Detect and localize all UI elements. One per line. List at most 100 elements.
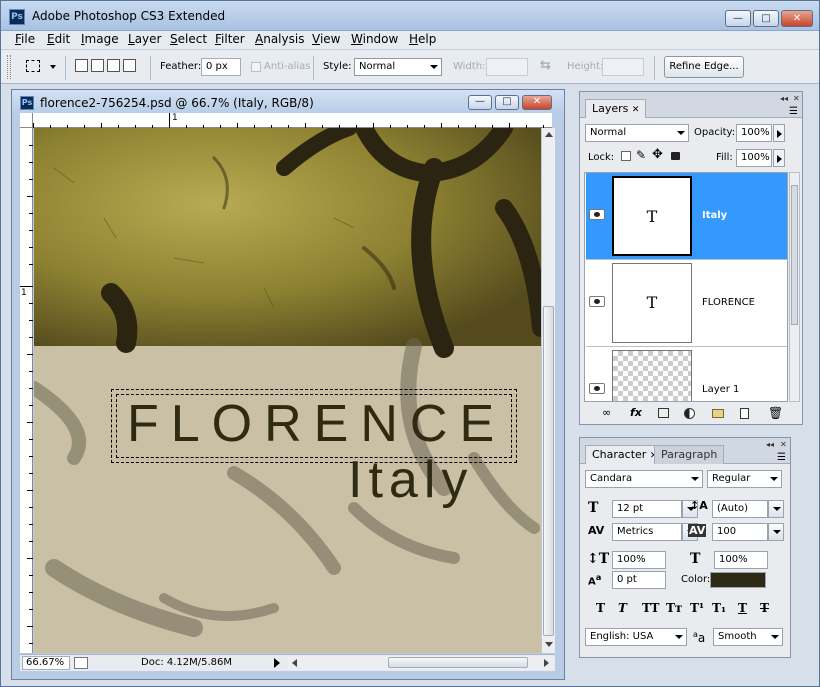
antialias-select[interactable]: Smooth	[713, 628, 783, 646]
scroll-left-icon[interactable]	[292, 659, 297, 667]
italy-text[interactable]: Italy	[348, 450, 473, 510]
horizontal-ruler[interactable]: 1	[33, 113, 552, 128]
panel-menu-icon[interactable]: ☰	[789, 106, 798, 117]
tracking-dropdown-icon[interactable]	[768, 523, 784, 541]
layers-scroll-thumb[interactable]	[791, 185, 798, 325]
zoom-level-field[interactable]: 66.67%	[22, 656, 70, 670]
tool-preset-dropdown-icon[interactable]	[50, 65, 56, 69]
add-to-selection-icon[interactable]	[91, 59, 104, 72]
doc-close-button[interactable]: ✕	[522, 95, 552, 110]
opacity-input[interactable]: 100%	[736, 124, 772, 142]
panel-menu-icon[interactable]: ☰	[777, 452, 786, 463]
lock-all-icon[interactable]	[671, 152, 680, 160]
maximize-button[interactable]: □	[753, 10, 779, 27]
doc-maximize-button[interactable]: □	[495, 95, 519, 110]
refine-edge-button[interactable]: Refine Edge...	[664, 56, 744, 78]
leading-dropdown-icon[interactable]	[768, 500, 784, 518]
fx-icon[interactable]: fx	[630, 406, 642, 419]
close-button[interactable]: ✕	[781, 10, 813, 27]
kerning-select[interactable]: Metrics	[612, 523, 682, 541]
canvas[interactable]: FLORENCE Italy	[34, 128, 541, 653]
menu-file[interactable]: File	[15, 32, 35, 46]
layer-name[interactable]: Italy	[702, 210, 727, 221]
panel-close-icon[interactable]: ✕	[793, 94, 800, 103]
faux-bold-button[interactable]: T	[596, 601, 605, 615]
text-color-swatch[interactable]	[710, 572, 766, 588]
new-group-icon[interactable]	[712, 409, 724, 418]
menu-analysis[interactable]: Analysis	[255, 32, 304, 46]
menu-help[interactable]: Help	[409, 32, 436, 46]
layer-name[interactable]: Layer 1	[702, 384, 739, 395]
all-caps-button[interactable]: TT	[642, 601, 659, 615]
font-family-select[interactable]: Candara	[585, 470, 703, 488]
menu-window[interactable]: Window	[351, 32, 398, 46]
feather-input[interactable]: 0 px	[201, 58, 241, 76]
baseline-shift-input[interactable]: 0 pt	[612, 571, 666, 589]
blend-mode-select[interactable]: Normal	[585, 124, 689, 142]
font-size-input[interactable]: 12 pt	[612, 500, 682, 518]
layer-row-florence[interactable]: T FLORENCE	[586, 260, 787, 347]
horizontal-scroll-thumb[interactable]	[388, 657, 528, 668]
anti-alias-checkbox[interactable]	[251, 62, 261, 72]
visibility-eye-icon[interactable]	[589, 209, 605, 220]
width-input[interactable]	[486, 58, 528, 76]
horizontal-scrollbar[interactable]	[288, 656, 554, 670]
link-layers-icon[interactable]: ∞	[602, 406, 611, 419]
faux-italic-button[interactable]: T	[618, 601, 627, 615]
lock-image-icon[interactable]: ✎	[636, 148, 646, 162]
new-selection-icon[interactable]	[75, 59, 88, 72]
scroll-up-icon[interactable]	[545, 132, 553, 137]
fill-input[interactable]: 100%	[736, 149, 772, 167]
style-select[interactable]: Normal	[354, 58, 442, 76]
menu-filter[interactable]: Filter	[215, 32, 245, 46]
tracking-input[interactable]: 100	[712, 523, 768, 541]
strikethrough-button[interactable]: T	[760, 601, 769, 615]
font-style-select[interactable]: Regular	[707, 470, 782, 488]
tab-paragraph[interactable]: Paragraph	[654, 445, 725, 464]
underline-button[interactable]: T	[738, 601, 747, 615]
superscript-button[interactable]: T¹	[690, 601, 704, 615]
vertical-ruler[interactable]: 1	[20, 128, 33, 653]
vertical-scale-input[interactable]: 100%	[612, 551, 666, 569]
layer-mask-icon[interactable]	[658, 408, 669, 418]
collapse-icon[interactable]: ◂◂	[766, 440, 774, 449]
tab-character[interactable]: Character ✕	[585, 445, 665, 464]
subtract-from-selection-icon[interactable]	[107, 59, 120, 72]
status-menu-arrow-icon[interactable]	[274, 658, 280, 668]
doc-minimize-button[interactable]: —	[468, 95, 492, 110]
close-tab-icon[interactable]: ✕	[632, 105, 640, 115]
visibility-eye-icon[interactable]	[589, 383, 605, 394]
intersect-selection-icon[interactable]	[123, 59, 136, 72]
layer-name[interactable]: FLORENCE	[702, 297, 755, 308]
language-select[interactable]: English: USA	[585, 628, 687, 646]
minimize-button[interactable]: —	[725, 10, 751, 27]
scroll-right-icon[interactable]	[544, 659, 549, 667]
menu-image[interactable]: Image	[81, 32, 119, 46]
menu-view[interactable]: View	[312, 32, 340, 46]
visibility-eye-icon[interactable]	[589, 296, 605, 307]
vertical-scrollbar[interactable]	[541, 128, 555, 653]
gripper-icon[interactable]	[7, 55, 11, 79]
opacity-arrow-icon[interactable]	[773, 124, 785, 142]
florence-text[interactable]: FLORENCE	[127, 394, 506, 454]
rectangular-marquee-icon[interactable]	[26, 60, 40, 72]
scroll-down-icon[interactable]	[545, 642, 553, 647]
collapse-icon[interactable]: ◂◂	[780, 94, 788, 103]
fill-arrow-icon[interactable]	[773, 149, 785, 167]
layer-row-italy[interactable]: T Italy	[586, 173, 787, 260]
new-layer-icon[interactable]	[740, 408, 749, 419]
delete-layer-icon[interactable]: 🗑	[768, 406, 783, 420]
layer-row-layer-1[interactable]: Layer 1	[586, 347, 787, 401]
panel-close-icon[interactable]: ✕	[780, 440, 787, 449]
horizontal-scale-input[interactable]: 100%	[714, 551, 768, 569]
small-caps-button[interactable]: Tт	[666, 601, 682, 615]
layers-scrollbar[interactable]	[789, 172, 800, 402]
swap-dimensions-icon[interactable]: ⇆	[540, 58, 551, 73]
adjustment-layer-icon[interactable]	[684, 408, 695, 419]
menu-select[interactable]: Select	[170, 32, 207, 46]
menu-layer[interactable]: Layer	[128, 32, 161, 46]
subscript-button[interactable]: T₁	[712, 601, 726, 615]
lock-transparent-icon[interactable]	[621, 151, 631, 161]
tab-layers[interactable]: Layers ✕	[585, 99, 647, 118]
menu-edit[interactable]: Edit	[47, 32, 70, 46]
